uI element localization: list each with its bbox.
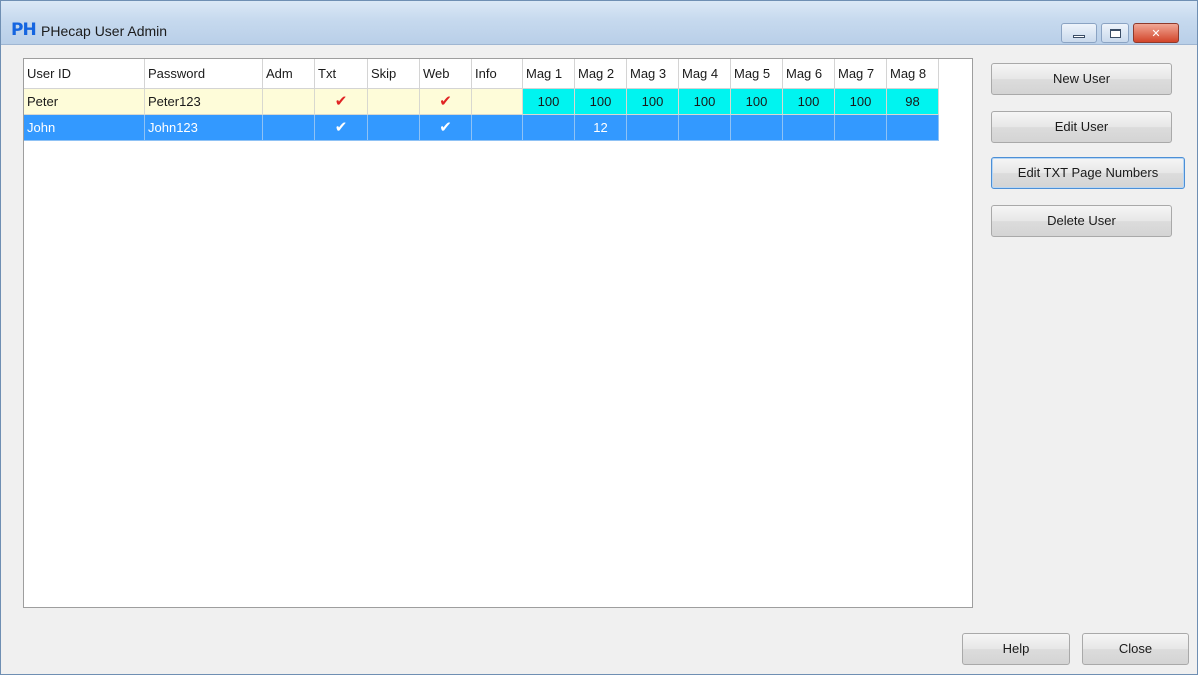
cell-web-check-icon[interactable]: ✔ bbox=[420, 89, 472, 115]
cell-password[interactable]: Peter123 bbox=[145, 89, 263, 115]
cell-mag-3[interactable] bbox=[627, 115, 679, 141]
close-icon: ✕ bbox=[1151, 27, 1161, 40]
minimize-button[interactable] bbox=[1061, 23, 1097, 43]
cell-mag-5[interactable] bbox=[731, 115, 783, 141]
table-row-selected[interactable]: John John123 ✔ ✔ 12 bbox=[24, 115, 939, 141]
cell-txt-check-icon[interactable]: ✔ bbox=[315, 115, 368, 141]
column-header-mag-5[interactable]: Mag 5 bbox=[731, 59, 783, 89]
window-title: PHecap User Admin bbox=[41, 23, 168, 39]
cell-adm[interactable] bbox=[263, 89, 315, 115]
delete-user-button[interactable]: Delete User bbox=[991, 205, 1172, 237]
cell-mag-2[interactable]: 100 bbox=[575, 89, 627, 115]
column-header-skip[interactable]: Skip bbox=[368, 59, 420, 89]
cell-mag-6[interactable] bbox=[783, 115, 835, 141]
users-table[interactable]: User ID Password Adm Txt Skip Web Info M… bbox=[23, 58, 973, 608]
column-header-mag-4[interactable]: Mag 4 bbox=[679, 59, 731, 89]
maximize-icon bbox=[1109, 28, 1121, 38]
edit-txt-page-numbers-button[interactable]: Edit TXT Page Numbers bbox=[991, 157, 1185, 189]
table-row[interactable]: Peter Peter123 ✔ ✔ 100 100 100 100 100 1… bbox=[24, 89, 939, 115]
cell-skip[interactable] bbox=[368, 89, 420, 115]
help-button[interactable]: Help bbox=[962, 633, 1070, 665]
cell-info[interactable] bbox=[472, 89, 523, 115]
cell-mag-7[interactable]: 100 bbox=[835, 89, 887, 115]
user-admin-window: PH PHecap User Admin ✕ User ID Password … bbox=[0, 0, 1198, 675]
cell-mag-8[interactable] bbox=[887, 115, 939, 141]
column-header-info[interactable]: Info bbox=[472, 59, 523, 89]
column-header-password[interactable]: Password bbox=[145, 59, 263, 89]
cell-mag-3[interactable]: 100 bbox=[627, 89, 679, 115]
column-header-mag-2[interactable]: Mag 2 bbox=[575, 59, 627, 89]
cell-adm[interactable] bbox=[263, 115, 315, 141]
close-button[interactable]: Close bbox=[1082, 633, 1189, 665]
cell-mag-4[interactable] bbox=[679, 115, 731, 141]
column-header-mag-8[interactable]: Mag 8 bbox=[887, 59, 939, 89]
column-header-mag-6[interactable]: Mag 6 bbox=[783, 59, 835, 89]
column-header-txt[interactable]: Txt bbox=[315, 59, 368, 89]
cell-user-id[interactable]: Peter bbox=[24, 89, 145, 115]
cell-password[interactable]: John123 bbox=[145, 115, 263, 141]
cell-txt-check-icon[interactable]: ✔ bbox=[315, 89, 368, 115]
cell-web-check-icon[interactable]: ✔ bbox=[420, 115, 472, 141]
app-logo-icon: PH bbox=[11, 20, 37, 40]
column-header-mag-1[interactable]: Mag 1 bbox=[523, 59, 575, 89]
cell-mag-7[interactable] bbox=[835, 115, 887, 141]
column-header-mag-7[interactable]: Mag 7 bbox=[835, 59, 887, 89]
cell-skip[interactable] bbox=[368, 115, 420, 141]
cell-mag-4[interactable]: 100 bbox=[679, 89, 731, 115]
table-header: User ID Password Adm Txt Skip Web Info M… bbox=[24, 59, 939, 89]
maximize-button[interactable] bbox=[1101, 23, 1129, 43]
column-header-mag-3[interactable]: Mag 3 bbox=[627, 59, 679, 89]
minimize-icon bbox=[1073, 34, 1085, 38]
column-header-web[interactable]: Web bbox=[420, 59, 472, 89]
close-window-button[interactable]: ✕ bbox=[1133, 23, 1179, 43]
cell-mag-5[interactable]: 100 bbox=[731, 89, 783, 115]
cell-mag-8[interactable]: 98 bbox=[887, 89, 939, 115]
cell-mag-1[interactable] bbox=[523, 115, 575, 141]
cell-mag-2[interactable]: 12 bbox=[575, 115, 627, 141]
edit-user-button[interactable]: Edit User bbox=[991, 111, 1172, 143]
cell-info[interactable] bbox=[472, 115, 523, 141]
cell-mag-6[interactable]: 100 bbox=[783, 89, 835, 115]
title-bar[interactable]: PH PHecap User Admin ✕ bbox=[1, 1, 1197, 45]
new-user-button[interactable]: New User bbox=[991, 63, 1172, 95]
cell-user-id[interactable]: John bbox=[24, 115, 145, 141]
column-header-adm[interactable]: Adm bbox=[263, 59, 315, 89]
column-header-user-id[interactable]: User ID bbox=[24, 59, 145, 89]
cell-mag-1[interactable]: 100 bbox=[523, 89, 575, 115]
